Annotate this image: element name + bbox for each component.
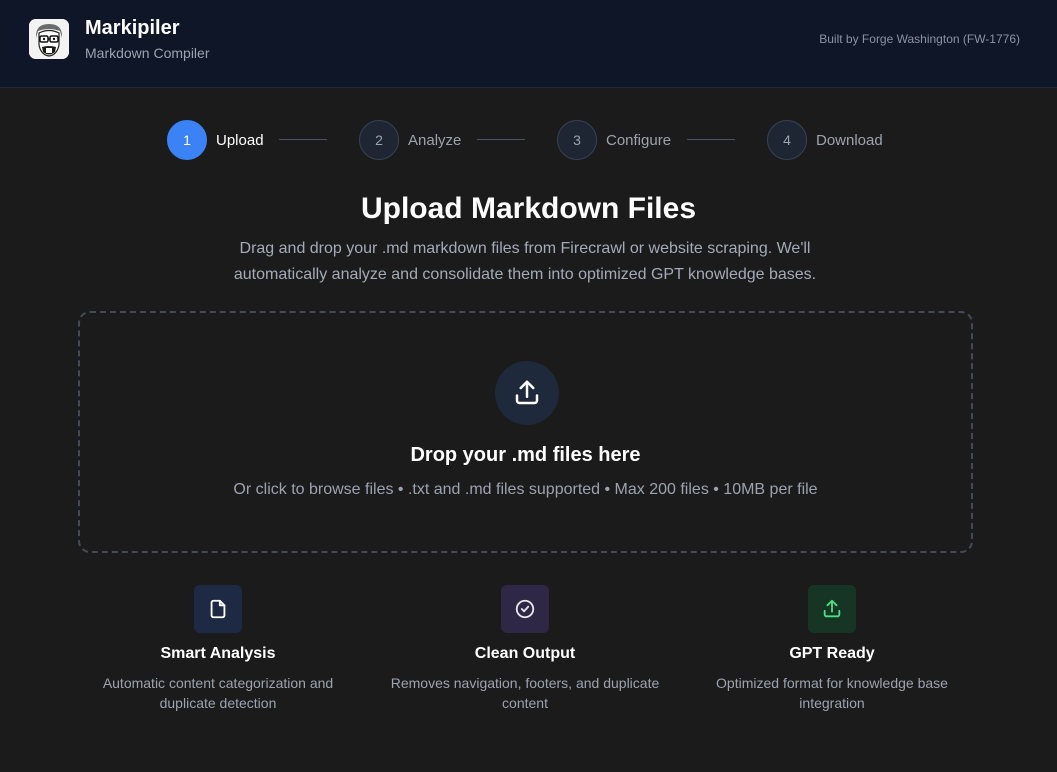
dropzone-subtitle: Or click to browse files • .txt and .md …: [233, 481, 818, 498]
feature-clean-output: Clean Output Removes navigation, footers…: [385, 585, 665, 713]
step-number: 1: [167, 120, 207, 160]
step-label: Upload: [216, 131, 264, 149]
check-circle-icon: [501, 585, 549, 633]
app-logo: [29, 19, 69, 59]
page-title: Upload Markdown Files: [360, 192, 697, 225]
built-by-credit: Built by Forge Washington (FW-1776): [819, 32, 1020, 46]
app-name: Markipiler: [85, 17, 180, 39]
feature-description: Removes navigation, footers, and duplica…: [390, 675, 660, 711]
file-icon: [194, 585, 242, 633]
feature-description: Optimized format for knowledge base inte…: [716, 675, 948, 711]
feature-title: Smart Analysis: [160, 645, 276, 662]
app-header: Markipiler Markdown Compiler Built by Fo…: [0, 0, 1057, 88]
progress-stepper: 1 Upload 2 Analyze 3 Configure 4 Downloa…: [0, 120, 1057, 160]
step-number: 4: [767, 120, 807, 160]
step-label: Configure: [606, 131, 672, 149]
step-label: Download: [816, 131, 883, 149]
upload-icon: [495, 361, 559, 425]
app-subtitle: Markdown Compiler: [85, 45, 210, 61]
step-download[interactable]: 4 Download: [767, 120, 883, 160]
feature-title: GPT Ready: [789, 645, 875, 662]
file-dropzone[interactable]: Drop your .md files here Or click to bro…: [78, 311, 973, 553]
step-number: 2: [359, 120, 399, 160]
feature-description: Automatic content categorization and dup…: [102, 675, 334, 711]
feature-gpt-ready: GPT Ready Optimized format for knowledge…: [692, 585, 972, 713]
dropzone-title: Drop your .md files here: [410, 444, 641, 466]
step-upload[interactable]: 1 Upload: [167, 120, 264, 160]
feature-title: Clean Output: [474, 645, 576, 662]
step-analyze[interactable]: 2 Analyze: [359, 120, 461, 160]
step-label: Analyze: [408, 131, 462, 149]
step-number: 3: [557, 120, 597, 160]
upload-icon: [808, 585, 856, 633]
page-description: Drag and drop your .md markdown files fr…: [233, 240, 817, 283]
step-configure[interactable]: 3 Configure: [557, 120, 671, 160]
feature-smart-analysis: Smart Analysis Automatic content categor…: [78, 585, 358, 713]
